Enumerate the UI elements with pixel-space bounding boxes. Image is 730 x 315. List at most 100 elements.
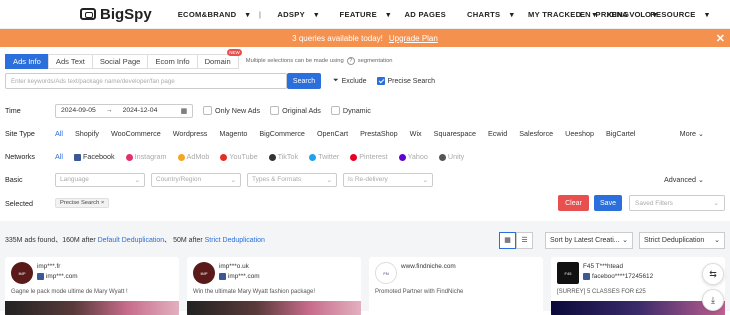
results-count: 335M ads found、160M after (5, 237, 96, 244)
checkbox-checked-icon (376, 77, 385, 85)
site-type-wix[interactable]: Wix (410, 129, 422, 138)
advanced-button[interactable]: Advanced ⌄ (664, 175, 704, 184)
basic-row: Basic Language ⌄ Country/Region ⌄ Types & … (5, 168, 722, 191)
facebook-icon (583, 272, 590, 280)
search-input[interactable]: Enter keywords/Ads text/package name/dev… (5, 73, 287, 89)
network-unity[interactable]: Unity (438, 152, 464, 161)
ad-image (187, 301, 361, 315)
nav-charts[interactable]: CHARTS ▾ (460, 10, 514, 19)
network-admob[interactable]: AdMob (177, 152, 209, 161)
results-area: 335M ads found、160M after Default Dedupl… (0, 221, 730, 315)
banner-text: 3 queries available today! (292, 33, 383, 43)
network-twitter[interactable]: Twitter (309, 152, 339, 161)
site-type-ueeshop[interactable]: Ueeshop (565, 129, 594, 138)
tab-ecom-info[interactable]: Ecom Info (147, 53, 198, 69)
ad-card[interactable]: IMP imp***.fr imp***.com Gagne le pack mo… (5, 257, 179, 315)
basic-label: Basic (5, 175, 23, 184)
site-type-ecwid[interactable]: Ecwid (488, 129, 507, 138)
tab-social-page[interactable]: Social Page (91, 53, 149, 69)
strict-dedup-link[interactable]: Strict Deduplication (205, 237, 265, 244)
search-button[interactable]: Search (287, 73, 321, 89)
site-type-opencart[interactable]: OpenCart (317, 129, 348, 138)
ad-text: Win the ultimate Mary Wyatt fashion pack… (193, 289, 315, 295)
site-type-woocommerce[interactable]: WooCommerce (111, 129, 161, 138)
dedup-select[interactable]: Strict Deduplication ⌄ (639, 231, 725, 249)
nav-ecom-brand[interactable]: ECOM&BRAND ▾ (171, 10, 250, 19)
site-type-bigcartel[interactable]: BigCartel (606, 129, 636, 138)
time-label: Time (5, 106, 21, 115)
chevron-down-icon: ⌄ (326, 176, 332, 184)
network-all[interactable]: All (55, 152, 63, 161)
twitter-icon (309, 153, 317, 161)
close-icon[interactable]: ✕ (716, 32, 725, 45)
saved-filters-select[interactable]: Saved Filters ⌄ (629, 195, 725, 211)
chevron-down-icon: ⌄ (713, 200, 719, 207)
avatar: IMP (193, 262, 215, 284)
re-delivery-select[interactable]: Is Re-delivery ⌄ (343, 172, 433, 187)
site-type-prestashop[interactable]: PrestaShop (360, 129, 398, 138)
site-type-magento[interactable]: Magento (219, 129, 247, 138)
nav-adspy[interactable]: ADSPY ▾ (270, 10, 318, 19)
selected-filter-chip[interactable]: Precise Search × (55, 198, 110, 208)
only-new-ads-checkbox[interactable]: Only New Ads (203, 106, 260, 115)
network-youtube[interactable]: YouTube (220, 152, 258, 161)
site-type-salesforce[interactable]: Salesforce (519, 129, 553, 138)
tiktok-icon (268, 153, 276, 161)
help-icon[interactable]: ? (346, 57, 355, 65)
top-navbar: BigSpy ECOM&BRAND ▾ | ADSPY ▾ FEATURE ▾ A… (0, 0, 730, 29)
network-tiktok[interactable]: TikTok (268, 152, 298, 161)
ad-card[interactable]: FN www.findniche.com Promoted Partner wi… (369, 257, 543, 315)
avatar: F45 (557, 262, 579, 284)
findniche-logo: FN (375, 262, 397, 284)
upgrade-plan-link[interactable]: Upgrade Plan (389, 34, 438, 43)
site-type-squarespace[interactable]: Squarespace (434, 129, 476, 138)
list-view-icon[interactable]: ☰ (516, 231, 533, 249)
language-select[interactable]: Language ⌄ (55, 172, 145, 187)
facebook-icon (74, 153, 81, 161)
network-instagram[interactable]: Instagram (125, 152, 167, 161)
tab-ads-text[interactable]: Ads Text (47, 53, 93, 69)
default-dedup-link[interactable]: Default Deduplication (98, 237, 165, 244)
advertiser-name: imp***.fr (37, 263, 61, 270)
site-type-bigcommerce[interactable]: BigCommerce (259, 129, 305, 138)
site-type-shopify[interactable]: Shopify (75, 129, 99, 138)
ad-card[interactable]: F45 F45 T***htead faceboo****17245612 [SU… (551, 257, 725, 315)
language-select[interactable]: EN ▾ (580, 10, 596, 19)
clear-button[interactable]: Clear (558, 195, 589, 211)
chevron-down-icon: ⌄ (230, 176, 236, 184)
ad-text: Promoted Partner with FindNiche (375, 289, 464, 295)
networks-row: Networks All Facebook Instagram AdMob Yo… (5, 145, 722, 168)
grid-view-icon[interactable]: ▦ (499, 231, 516, 249)
nav-my-tracked[interactable]: MY TRACKED (528, 10, 582, 19)
nav-ad-pages[interactable]: AD PAGES (404, 10, 446, 19)
user-menu[interactable]: XENA VOLO ▾ (606, 10, 656, 19)
exclude-toggle[interactable]: ⏷ Exclude (333, 77, 367, 85)
save-button[interactable]: Save (594, 195, 622, 211)
site-type-wordpress[interactable]: Wordpress (173, 129, 208, 138)
types-formats-select[interactable]: Types & Formats ⌄ (247, 172, 337, 187)
more-site-types-button[interactable]: More ⌄ (680, 129, 704, 138)
site-type-all[interactable]: All (55, 129, 63, 138)
network-facebook[interactable]: Facebook (74, 152, 115, 161)
country-region-select[interactable]: Country/Region ⌄ (151, 172, 241, 187)
precise-search-checkbox[interactable]: Precise Search (376, 77, 435, 85)
ad-image (551, 301, 725, 315)
network-yahoo[interactable]: Yahoo (398, 152, 428, 161)
tab-ads-info[interactable]: Ads Info (5, 53, 49, 69)
sort-select[interactable]: Sort by Latest Creati... ⌄ (545, 231, 633, 249)
facebook-icon (219, 272, 226, 280)
ad-text: Gagne le pack mode ultime de Mary Wyatt … (11, 289, 128, 295)
dynamic-checkbox[interactable]: Dynamic (330, 106, 371, 115)
date-range-picker[interactable]: 2024-09-05 → 2024-12-04 ▦ (55, 103, 193, 118)
unity-icon (438, 153, 446, 161)
nav-feature[interactable]: FEATURE ▾ (333, 10, 391, 19)
yahoo-icon (398, 153, 406, 161)
download-icon[interactable]: ⤓ (702, 289, 724, 311)
original-ads-checkbox[interactable]: Original Ads (270, 106, 321, 115)
network-pinterest[interactable]: Pinterest (350, 152, 388, 161)
tab-domain[interactable]: Domain NEW (196, 48, 242, 69)
logo[interactable]: BigSpy (80, 6, 152, 23)
ad-card[interactable]: IMP imp***o.uk imp***.com Win the ultimat… (187, 257, 361, 315)
swap-icon[interactable]: ⇆ (702, 263, 724, 285)
results-bar: 335M ads found、160M after Default Dedupl… (5, 231, 725, 249)
